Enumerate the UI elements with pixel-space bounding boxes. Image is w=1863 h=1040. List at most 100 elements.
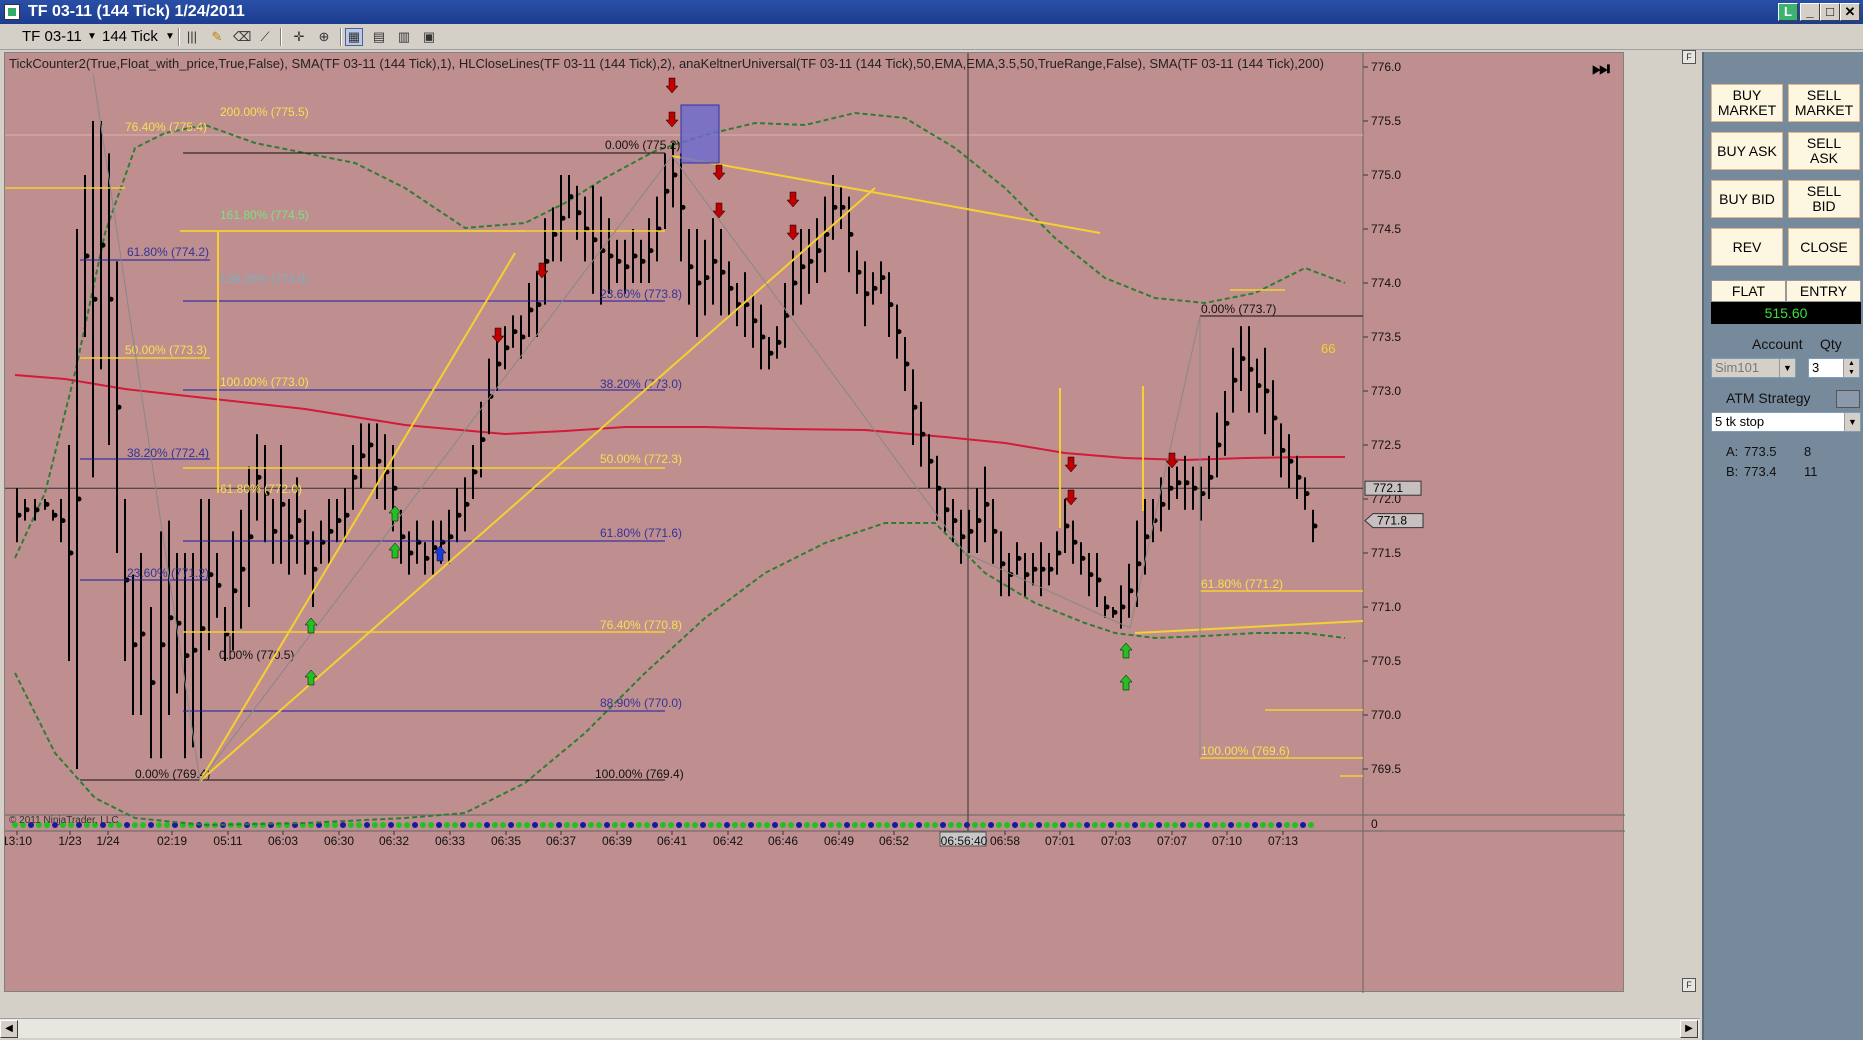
price-bar-close	[912, 404, 918, 410]
sell-signal-arrow-icon	[712, 202, 726, 219]
price-bar-close	[1128, 588, 1134, 594]
volume-dot	[700, 822, 706, 828]
title-bar[interactable]: TF 03-11 (144 Tick) 1/24/2011 L _ □ ✕	[0, 0, 1863, 24]
toolbar-separator	[178, 28, 180, 46]
draw-tool-icon[interactable]: ⟋	[256, 28, 274, 46]
price-bar-close	[440, 539, 446, 545]
price-bar-close	[100, 242, 106, 248]
maximize-button[interactable]: □	[1820, 3, 1840, 21]
price-bar-close	[16, 512, 22, 518]
buy-market-button[interactable]: BUY MARKET	[1711, 84, 1783, 122]
price-tick-label: 775.5	[1371, 114, 1401, 128]
price-bar-close	[208, 572, 214, 578]
volume-dot	[964, 822, 970, 828]
chevron-down-icon[interactable]: ▼	[1844, 413, 1860, 431]
properties-icon[interactable]: ▤	[370, 28, 388, 46]
volume-dot	[788, 822, 794, 828]
trend-line	[1134, 620, 1364, 634]
buy-signal-arrow-icon	[1119, 642, 1133, 659]
price-bar-close	[84, 253, 90, 259]
qty-label: Qty	[1820, 336, 1842, 352]
sell-bid-button[interactable]: SELL BID	[1788, 180, 1860, 218]
ask-size: 8	[1804, 444, 1812, 459]
close-button[interactable]: ✕	[1840, 3, 1860, 21]
bar-style-icon[interactable]: |||	[183, 28, 201, 46]
zoom-icon[interactable]: ⊕	[315, 28, 333, 46]
time-tick-label: 06:52	[879, 834, 909, 848]
reverse-button[interactable]: REV	[1711, 228, 1783, 266]
price-bar-close	[624, 264, 630, 270]
price-bar-close	[1024, 572, 1030, 578]
price-bar-close	[108, 296, 114, 302]
tick-counter: 66	[1321, 341, 1335, 356]
volume-panel-flag-icon[interactable]: F	[1682, 978, 1696, 992]
unrealized-pnl: 515.60	[1711, 302, 1861, 324]
volume-dot	[380, 822, 386, 828]
price-chart[interactable]: 776.0 775.5 775.0 774.5 774.0 773.5 773.0 772.5…	[4, 52, 1625, 993]
scroll-right-icon[interactable]: ▶	[1680, 1020, 1698, 1038]
horizontal-scrollbar[interactable]: ◀ ▶	[0, 1018, 1700, 1038]
buy-ask-button[interactable]: BUY ASK	[1711, 132, 1783, 170]
sell-market-button[interactable]: SELL MARKET	[1788, 84, 1860, 122]
atm-strategy-select[interactable]: 5 tk stop ▼	[1711, 412, 1861, 432]
time-tick-label: 07:10	[1212, 834, 1242, 848]
volume-dot	[1076, 822, 1082, 828]
fib-level-label: 200.00% (775.5)	[220, 105, 309, 119]
price-bar-close	[1088, 572, 1094, 578]
draw-pencil-icon[interactable]: ✎	[208, 28, 226, 46]
price-bar-close	[184, 653, 190, 659]
crosshair-icon[interactable]: ✛	[290, 28, 308, 46]
period-dropdown-icon[interactable]: ▼	[165, 28, 175, 46]
panel-flag-icon[interactable]: F	[1682, 50, 1696, 64]
stepper-arrows-icon[interactable]: ▲ ▼	[1843, 359, 1859, 377]
account-label: Account	[1752, 336, 1803, 352]
sell-signal-arrow-icon	[491, 327, 505, 344]
volume-dot	[972, 822, 978, 828]
chevron-down-icon[interactable]: ▼	[1779, 359, 1795, 377]
price-bar-close	[320, 539, 326, 545]
account-select[interactable]: Sim101 ▼	[1711, 358, 1796, 378]
quantity-stepper[interactable]: 3 ▲ ▼	[1808, 358, 1860, 378]
volume-dot	[852, 822, 858, 828]
volume-dot	[1012, 822, 1018, 828]
swing-line	[964, 552, 1131, 629]
price-bar-close	[200, 626, 206, 632]
price-bar-close	[952, 518, 958, 524]
grid-icon[interactable]: ▦	[345, 28, 363, 46]
fib-level-label: 100.00% (769.4)	[595, 767, 684, 781]
volume-dot	[716, 822, 722, 828]
minimize-button[interactable]: _	[1800, 3, 1820, 21]
sell-ask-button[interactable]: SELL ASK	[1788, 132, 1860, 170]
price-bar-close	[392, 485, 398, 491]
chart-canvas[interactable]: 776.0 775.5 775.0 774.5 774.0 773.5 773.0 772.5…	[5, 53, 1625, 993]
instrument-selector[interactable]: TF 03-11	[22, 28, 82, 46]
price-tick-label: 774.0	[1371, 276, 1401, 290]
eraser-icon[interactable]: ⌫	[232, 28, 251, 46]
volume-dot	[476, 822, 482, 828]
price-bar-close	[704, 275, 710, 281]
price-bar-close	[1000, 561, 1006, 567]
volume-dot	[1284, 822, 1290, 828]
highlight-rectangle	[680, 104, 720, 164]
link-button[interactable]: L	[1778, 3, 1798, 21]
price-bar-close	[68, 550, 74, 556]
volume-dot	[1292, 822, 1298, 828]
volume-dot	[452, 822, 458, 828]
jump-to-end-icon[interactable]: ⏭	[1592, 58, 1612, 80]
instrument-dropdown-icon[interactable]: ▼	[87, 28, 97, 46]
volume-dot	[980, 822, 986, 828]
volume-dot	[956, 822, 962, 828]
scroll-left-icon[interactable]: ◀	[0, 1020, 18, 1038]
atm-settings-button[interactable]	[1836, 390, 1860, 408]
price-bar-close	[116, 404, 122, 410]
data-box-icon[interactable]: ▣	[420, 28, 438, 46]
template-icon[interactable]: ▥	[395, 28, 413, 46]
price-bar-close	[344, 512, 350, 518]
period-selector[interactable]: 144 Tick	[102, 28, 158, 46]
close-position-button[interactable]: CLOSE	[1788, 228, 1860, 266]
fib-level-label: 38.20% (772.4)	[127, 446, 209, 460]
buy-bid-button[interactable]: BUY BID	[1711, 180, 1783, 218]
volume-dot	[1196, 822, 1202, 828]
volume-dot	[652, 822, 658, 828]
price-bar-close	[132, 642, 138, 648]
